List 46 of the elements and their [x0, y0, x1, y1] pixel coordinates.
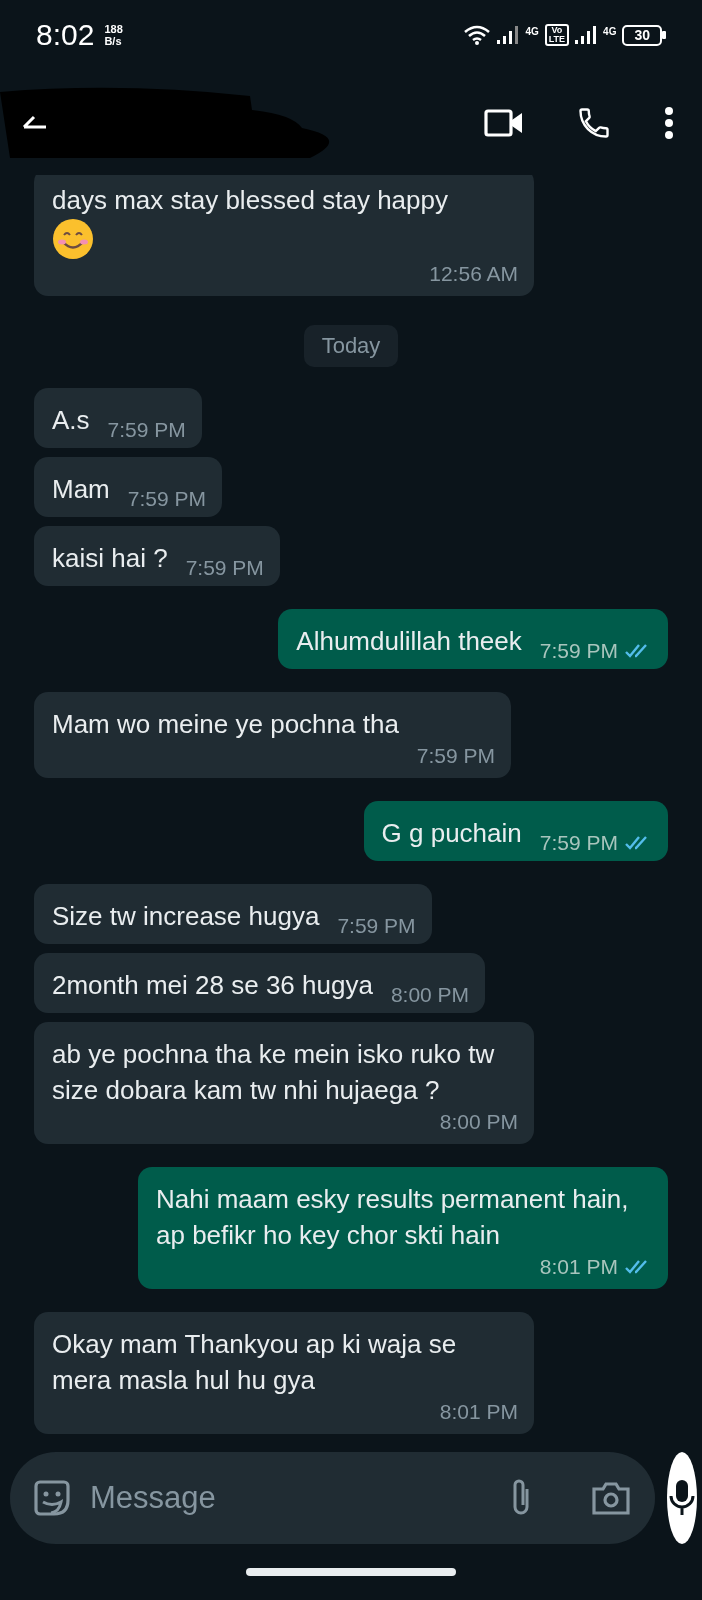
incoming-message-bubble[interactable]: ab ye pochna tha ke mein isko ruko tw size dobara kam tw nhi hujaega ? 8:00 PM [34, 1022, 534, 1144]
message-time: 8:00 PM [439, 1110, 518, 1134]
message-text: Mam [52, 473, 110, 506]
message-field[interactable]: Message [10, 1452, 655, 1544]
incoming-message-bubble[interactable]: Okay mam Thankyou ap ki waja se mera masla hul hu gya 8:01 PM [34, 1312, 534, 1434]
network-speed-value: 188 [104, 23, 123, 35]
message-text: Alhumdulillah theek [296, 625, 522, 658]
incoming-message-bubble[interactable]: Mam wo meine ye pochna tha 7:59 PM [34, 692, 512, 778]
message-time: 8:01 PM [539, 1255, 618, 1279]
message-text: Mam wo meine ye pochna tha [52, 708, 400, 741]
message-time: 7:59 PM [337, 914, 416, 938]
message-text: G g puchain [381, 817, 522, 850]
message-text: Size tw increase hugya [52, 900, 320, 933]
battery-level: 30 [622, 24, 662, 46]
outgoing-message-bubble[interactable]: Alhumdulillah theek 7:59 PM [278, 609, 668, 669]
message-input[interactable]: Message [88, 1479, 491, 1517]
message-text: Nahi maam esky results permanent hain, ap befikr ho key chor skti hain [156, 1183, 630, 1252]
incoming-message-bubble[interactable]: A.s 7:59 PM [34, 388, 202, 448]
message-time: 7:59 PM [416, 744, 496, 768]
message-text: ab ye pochna tha ke mein isko ruko tw size dobara kam tw nhi hujaega ? [52, 1038, 496, 1107]
outgoing-message-bubble[interactable]: Nahi maam esky results permanent hain, ap befikr ho key chor skti hain 8:01 PM [138, 1167, 668, 1289]
network-type-label: 4G [525, 26, 539, 37]
message-text: days max stay blessed stay happy [52, 184, 449, 217]
incoming-message-bubble[interactable]: days max stay blessed stay happy 12:56 AM [34, 175, 534, 296]
message-time: 7:59 PM [127, 487, 206, 511]
message-time: 7:59 PM [185, 556, 264, 580]
message-time: 12:56 AM [429, 262, 518, 286]
outgoing-message-bubble[interactable]: G g puchain 7:59 PM [363, 801, 668, 861]
status-time: 8:02 [36, 18, 95, 52]
incoming-message-bubble[interactable]: 2month mei 28 se 36 hugya 8:00 PM [34, 953, 486, 1013]
message-time: 7:59 PM [107, 418, 186, 442]
incoming-message-bubble[interactable]: Mam 7:59 PM [34, 457, 222, 517]
message-text: kaisi hai ? [52, 542, 168, 575]
message-text: A.s [52, 404, 90, 437]
message-time: 8:00 PM [390, 983, 470, 1007]
incoming-message-bubble[interactable]: kaisi hai ? 7:59 PM [34, 526, 280, 586]
network-speed-unit: B/s [104, 35, 123, 47]
date-chip: Today [303, 325, 399, 367]
volte-badge: Vo LTE [544, 24, 570, 46]
message-time: 7:59 PM [539, 831, 618, 855]
incoming-message-bubble[interactable]: Size tw increase hugya 7:59 PM [34, 884, 432, 944]
message-time: 7:59 PM [539, 639, 618, 663]
network-type-label: 4G [603, 26, 617, 37]
message-text: 2month mei 28 se 36 hugya [52, 969, 373, 1002]
message-text: Okay mam Thankyou ap ki waja se mera masla hul hu gya [52, 1328, 458, 1397]
message-time: 8:01 PM [439, 1400, 518, 1424]
